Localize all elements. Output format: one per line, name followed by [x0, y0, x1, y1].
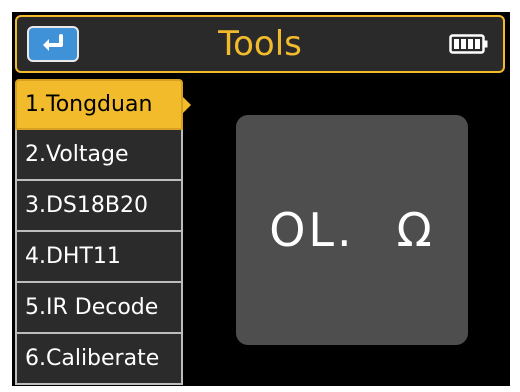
menu-item-caliberate[interactable]: 6.Caliberate [15, 334, 183, 385]
menu-item-ds18b20[interactable]: 3.DS18B20 [15, 181, 183, 232]
menu-item-label: 3.DS18B20 [25, 193, 148, 218]
menu-item-ir-decode[interactable]: 5.IR Decode [15, 283, 183, 334]
device-screen: Tools 1.Tongduan 2.Voltage 3.DS18B20 4.D… [12, 12, 510, 386]
menu-item-dht11[interactable]: 4.DHT11 [15, 232, 183, 283]
page-title: Tools [218, 24, 302, 64]
menu-item-label: 4.DHT11 [25, 244, 121, 269]
menu-item-label: 1.Tongduan [25, 92, 153, 117]
readout-unit: Ω [396, 203, 435, 257]
menu-item-label: 6.Caliberate [25, 346, 160, 371]
menu-item-voltage[interactable]: 2.Voltage [15, 130, 183, 181]
header-bar: Tools [15, 15, 505, 73]
menu-item-label: 2.Voltage [25, 142, 129, 167]
menu-item-label: 5.IR Decode [25, 295, 159, 320]
menu-item-tongduan[interactable]: 1.Tongduan [15, 79, 183, 130]
battery-full-icon [449, 34, 488, 54]
tools-menu: 1.Tongduan 2.Voltage 3.DS18B20 4.DHT11 5… [15, 79, 183, 385]
readout-value: OL. [269, 203, 355, 257]
measurement-readout: OL. Ω [236, 115, 468, 345]
